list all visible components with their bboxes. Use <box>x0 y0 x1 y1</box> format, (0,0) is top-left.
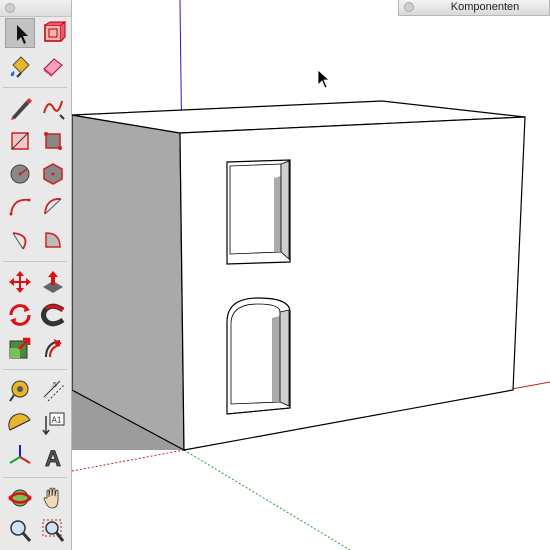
select-tool-button[interactable] <box>5 18 35 48</box>
components-panel-title: Komponenten <box>450 1 520 13</box>
make-component-button[interactable] <box>38 18 68 48</box>
toolbar-separator <box>3 261 67 262</box>
push-pull-button[interactable] <box>38 267 68 297</box>
dimension-button[interactable]: .5 <box>38 375 68 405</box>
offset-icon <box>45 339 62 358</box>
zoom-window-button[interactable] <box>38 516 68 546</box>
scale-icon <box>9 337 31 359</box>
paint-bucket-button[interactable] <box>5 51 35 81</box>
move-button[interactable] <box>5 267 35 297</box>
arc-icon <box>9 198 31 216</box>
text-button[interactable]: A1 <box>38 408 68 438</box>
move-icon <box>9 271 31 293</box>
toolbar-separator <box>3 87 67 88</box>
tape-measure-icon <box>9 380 29 402</box>
eraser-button[interactable] <box>38 51 68 81</box>
tape-measure-button[interactable] <box>5 375 35 405</box>
orbit-icon <box>8 489 32 507</box>
zoom-window-icon <box>42 519 65 542</box>
offset-button[interactable] <box>38 333 68 363</box>
three-point-arc-icon <box>12 232 27 250</box>
zoom-button[interactable] <box>5 516 35 546</box>
arc-button[interactable] <box>5 192 35 222</box>
svg-text:A1: A1 <box>52 416 62 425</box>
arrow-icon <box>17 25 28 44</box>
dimension-icon: .5 <box>43 380 65 402</box>
scale-button[interactable] <box>5 333 35 363</box>
model-viewport[interactable] <box>0 0 550 550</box>
toolbar-separator <box>3 369 67 370</box>
x-axis-negative <box>71 449 185 472</box>
rotated-rectangle-button[interactable] <box>38 126 68 156</box>
protractor-button[interactable] <box>5 408 35 438</box>
3d-text-button[interactable]: A <box>38 441 68 471</box>
rotate-button[interactable] <box>5 300 35 330</box>
follow-me-button[interactable] <box>38 300 68 330</box>
rectangle-button[interactable] <box>5 126 35 156</box>
freehand-icon <box>43 100 65 120</box>
zoom-icon <box>10 520 32 542</box>
rotated-rectangle-icon <box>44 132 62 150</box>
component-icon <box>44 21 67 42</box>
toolbar-separator <box>3 477 67 478</box>
freehand-button[interactable] <box>38 93 68 123</box>
hand-icon <box>43 487 59 509</box>
lower-arched-window[interactable] <box>226 297 291 415</box>
rotate-icon <box>9 304 31 326</box>
protractor-icon <box>8 413 31 431</box>
push-pull-icon <box>43 271 63 293</box>
axes-icon <box>9 445 31 464</box>
mouse-cursor-icon <box>317 69 331 89</box>
axes-button[interactable] <box>5 441 35 471</box>
text-icon: A1 <box>42 412 65 436</box>
pie-icon <box>45 232 61 248</box>
paint-bucket-icon <box>10 56 30 78</box>
orbit-button[interactable] <box>5 483 35 513</box>
upper-window[interactable] <box>226 159 291 265</box>
pie-button[interactable] <box>38 225 68 255</box>
follow-me-icon <box>41 303 65 327</box>
two-point-arc-button[interactable] <box>38 192 68 222</box>
svg-text:A: A <box>45 446 61 471</box>
tool-palette: .5 A1 A <box>0 0 72 550</box>
components-panel[interactable]: Komponenten <box>398 0 550 16</box>
3d-text-icon: A <box>45 446 62 471</box>
circle-button[interactable] <box>5 159 35 189</box>
polygon-button[interactable] <box>38 159 68 189</box>
circle-icon <box>10 164 30 184</box>
pan-button[interactable] <box>38 483 68 513</box>
two-point-arc-icon <box>44 198 62 215</box>
three-point-arc-button[interactable] <box>5 225 35 255</box>
pencil-icon <box>11 98 32 120</box>
svg-text:.5: .5 <box>51 382 57 389</box>
close-palette-button[interactable] <box>5 3 15 13</box>
rectangle-icon <box>11 132 29 150</box>
tool-palette-titlebar[interactable] <box>0 0 71 17</box>
polygon-icon <box>43 163 63 185</box>
line-tool-button[interactable] <box>5 93 35 123</box>
y-axis-negative <box>183 449 351 550</box>
eraser-icon <box>43 58 63 77</box>
